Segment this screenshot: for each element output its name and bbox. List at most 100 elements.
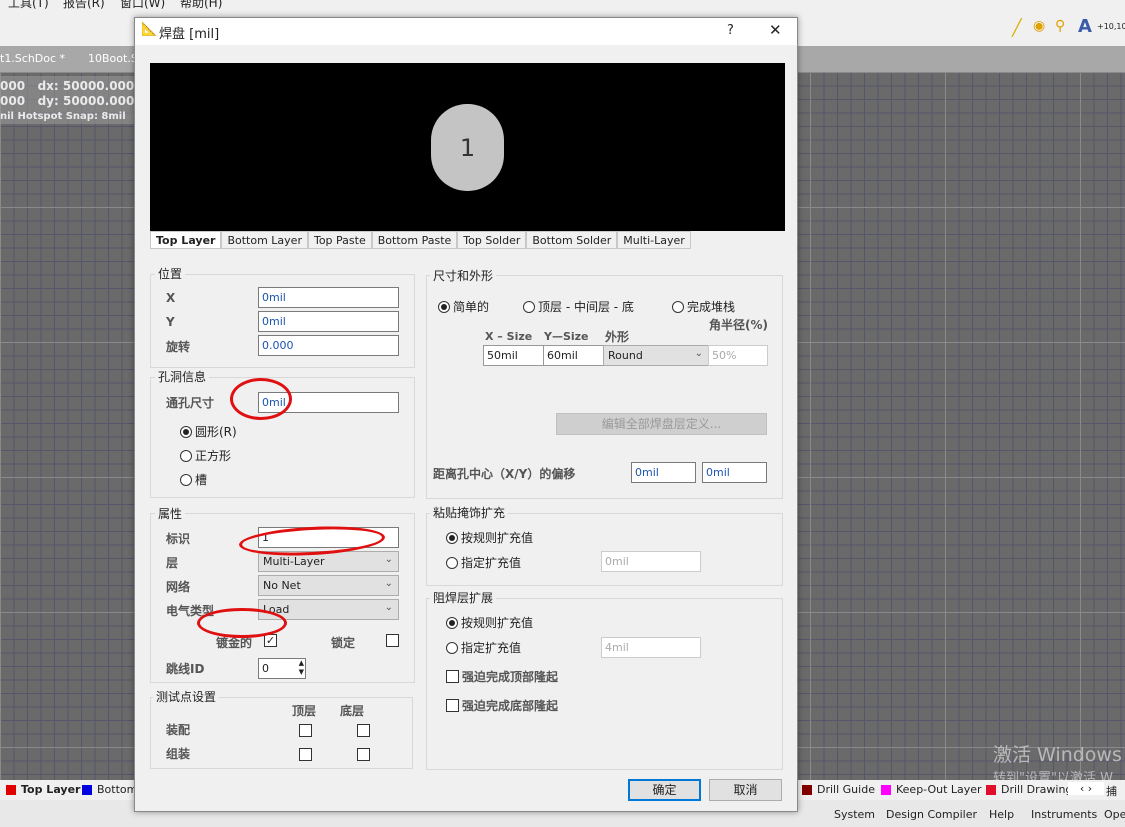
fab-top-checkbox[interactable] bbox=[299, 724, 312, 737]
asm-top-checkbox[interactable] bbox=[299, 748, 312, 761]
tab-bottom-paste[interactable]: Bottom Paste bbox=[371, 231, 458, 249]
doc-tab[interactable]: 10Boot.S bbox=[88, 52, 138, 65]
ok-button[interactable]: 确定 bbox=[628, 779, 701, 801]
layer-scroll-arrows[interactable]: ‹ › bbox=[1068, 782, 1104, 795]
testpoint-fab-label: 装配 bbox=[166, 723, 191, 737]
radio-icon bbox=[446, 616, 458, 629]
rotation-input[interactable]: 0.000 bbox=[258, 335, 399, 356]
layer-tab-bottom[interactable]: Bottom bbox=[82, 783, 137, 796]
status-design-compiler[interactable]: Design Compiler bbox=[886, 808, 977, 821]
layer-tab-keepout[interactable]: Keep-Out Layer bbox=[881, 783, 982, 796]
solder-value-input[interactable]: 4mil bbox=[601, 637, 701, 658]
pad-icon[interactable]: ◉ bbox=[1033, 18, 1045, 34]
fab-bottom-checkbox[interactable] bbox=[357, 724, 370, 737]
text-icon[interactable]: A bbox=[1078, 16, 1092, 37]
swatch-icon bbox=[82, 784, 92, 795]
offset-x-input[interactable]: 0mil bbox=[631, 462, 696, 483]
shape-label: 外形 bbox=[605, 330, 630, 344]
status-open[interactable]: Ope bbox=[1104, 808, 1125, 821]
top-mid-bottom-radio[interactable]: 顶层 - 中间层 - 底 bbox=[523, 298, 638, 315]
help-button[interactable]: ? bbox=[727, 23, 734, 38]
swatch-icon bbox=[986, 784, 996, 795]
designator-label: 标识 bbox=[166, 532, 191, 546]
radio-label: 简单的 bbox=[453, 300, 490, 314]
radio-icon bbox=[180, 425, 192, 438]
chevron-down-icon: ⌄ bbox=[384, 554, 393, 565]
checkbox-icon bbox=[446, 699, 459, 712]
status-help[interactable]: Help bbox=[989, 808, 1014, 821]
plated-checkbox[interactable]: ✓ bbox=[264, 634, 277, 647]
menu-window[interactable]: 窗口(W) bbox=[120, 0, 165, 11]
solder-specify-radio[interactable]: 指定扩充值 bbox=[446, 639, 521, 656]
swatch-icon bbox=[802, 784, 812, 795]
paste-specify-radio[interactable]: 指定扩充值 bbox=[446, 554, 521, 571]
properties-title: 属性 bbox=[155, 505, 186, 522]
tab-multi-layer[interactable]: Multi-Layer bbox=[617, 231, 691, 249]
solder-rule-radio[interactable]: 按规则扩充值 bbox=[446, 614, 533, 631]
edit-all-layers-button[interactable]: 编辑全部焊盘层定义... bbox=[556, 413, 767, 435]
cancel-button[interactable]: 取消 bbox=[709, 779, 782, 801]
line-icon[interactable]: ╱ bbox=[1012, 18, 1022, 37]
x-input[interactable]: 0mil bbox=[258, 287, 399, 308]
testpoint-top-label: 顶层 bbox=[292, 704, 317, 718]
hole-round-radio[interactable]: 圆形(R) bbox=[180, 423, 237, 440]
asm-bottom-checkbox[interactable] bbox=[357, 748, 370, 761]
checkbox-label: 强迫完成底部隆起 bbox=[462, 699, 559, 713]
tab-bottom-solder[interactable]: Bottom Solder bbox=[526, 231, 618, 249]
tab-top-paste[interactable]: Top Paste bbox=[307, 231, 372, 249]
radio-icon bbox=[523, 300, 535, 313]
layer-name: Keep-Out Layer bbox=[896, 783, 982, 796]
tab-bottom-layer[interactable]: Bottom Layer bbox=[221, 231, 308, 249]
size-shape-title: 尺寸和外形 bbox=[430, 267, 497, 284]
x-size-input[interactable]: 50mil bbox=[483, 345, 544, 366]
close-button[interactable]: ✕ bbox=[769, 21, 782, 39]
net-select[interactable]: No Net ⌄ bbox=[258, 575, 399, 596]
y-size-input[interactable]: 60mil bbox=[543, 345, 604, 366]
radio-label: 正方形 bbox=[195, 449, 232, 463]
full-stack-radio[interactable]: 完成堆栈 bbox=[672, 298, 735, 315]
radio-label: 圆形(R) bbox=[195, 425, 237, 439]
radio-label: 按规则扩充值 bbox=[461, 616, 534, 630]
paste-mask-group bbox=[426, 513, 783, 586]
layer-tab-drill-guide[interactable]: Drill Guide bbox=[802, 783, 875, 796]
grid-icon[interactable]: +10,10 bbox=[1097, 22, 1125, 31]
paste-value-input[interactable]: 0mil bbox=[601, 551, 701, 572]
menu-tools[interactable]: 工具(T) bbox=[8, 0, 49, 11]
layer-label: 层 bbox=[166, 556, 179, 570]
hole-square-radio[interactable]: 正方形 bbox=[180, 447, 231, 464]
jumper-id-stepper[interactable]: 0 ▲ ▼ bbox=[258, 658, 306, 679]
coordinate-hud: 000 dx: 50000.000 mil 000 dy: 50000.000 … bbox=[0, 76, 159, 124]
locked-label: 锁定 bbox=[331, 636, 356, 650]
tab-top-solder[interactable]: Top Solder bbox=[457, 231, 527, 249]
y-input[interactable]: 0mil bbox=[258, 311, 399, 332]
paste-rule-radio[interactable]: 按规则扩充值 bbox=[446, 529, 533, 546]
checkbox-label: 强迫完成顶部隆起 bbox=[462, 670, 559, 684]
layer-name: Bottom bbox=[97, 783, 138, 796]
offset-y-input[interactable]: 0mil bbox=[702, 462, 767, 483]
tent-bottom-checkbox[interactable]: 强迫完成底部隆起 bbox=[446, 697, 558, 714]
hole-slot-radio[interactable]: 槽 bbox=[180, 471, 207, 488]
layer-preview-tabs: Top Layer Bottom Layer Top Paste Bottom … bbox=[150, 231, 691, 249]
doc-tab[interactable]: t1.SchDoc * bbox=[0, 52, 65, 65]
jumper-value: 0 bbox=[262, 662, 269, 675]
stepper-arrows-icon[interactable]: ▲ ▼ bbox=[299, 659, 304, 677]
locked-checkbox[interactable] bbox=[386, 634, 399, 647]
menu-reports[interactable]: 报告(R) bbox=[63, 0, 105, 11]
tent-top-checkbox[interactable]: 强迫完成顶部隆起 bbox=[446, 668, 558, 685]
corner-radius-input[interactable]: 50% bbox=[708, 345, 768, 366]
chevron-down-icon: ⌄ bbox=[384, 602, 393, 613]
tab-top-layer[interactable]: Top Layer bbox=[150, 231, 222, 249]
offset-label: 距离孔中心（X/Y）的偏移 bbox=[433, 467, 576, 481]
layer-tab-top[interactable]: Top Layer bbox=[6, 783, 80, 796]
testpoint-title: 测试点设置 bbox=[153, 688, 220, 705]
shape-select[interactable]: Round ⌄ bbox=[603, 345, 709, 366]
radio-label: 指定扩充值 bbox=[461, 556, 522, 570]
status-instruments[interactable]: Instruments bbox=[1031, 808, 1097, 821]
layer-tab-drill-drawing[interactable]: Drill Drawing bbox=[986, 783, 1072, 796]
radio-label: 按规则扩充值 bbox=[461, 531, 534, 545]
status-system[interactable]: System bbox=[834, 808, 875, 821]
testpoint-asm-label: 组装 bbox=[166, 747, 191, 761]
menu-help[interactable]: 帮助(H) bbox=[180, 0, 222, 11]
via-icon[interactable]: ⚲ bbox=[1055, 18, 1065, 34]
simple-radio[interactable]: 简单的 bbox=[438, 298, 489, 315]
